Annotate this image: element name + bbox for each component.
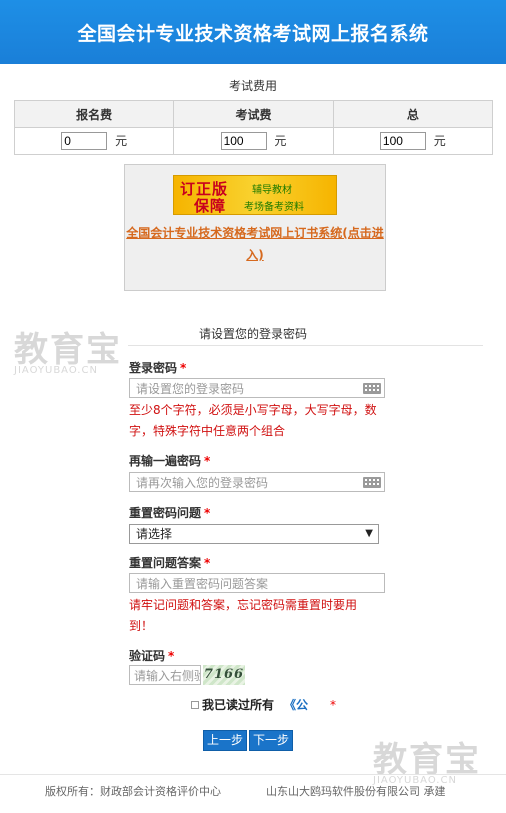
fee-header-total: 总 — [332, 100, 494, 128]
captcha-placeholder: 请输入右侧验证码 — [134, 669, 200, 683]
agreement-text: 我已读过所有 — [202, 698, 275, 712]
page-title: 全国会计专业技术资格考试网上报名系统 — [77, 22, 429, 45]
fee-unit: 元 — [274, 133, 287, 148]
registration-fee-field[interactable] — [61, 132, 108, 151]
prev-step-button[interactable]: 上一步 — [203, 730, 248, 751]
fee-cell-registration: 元 — [13, 127, 175, 155]
fee-table: 报名费 考试费 总 元 元 元 — [13, 100, 494, 155]
required-mark: * — [204, 506, 211, 520]
ad-banner-text: 保障 — [194, 197, 227, 215]
required-mark: * — [330, 697, 337, 712]
dropdown-arrow-icon: ▼ — [365, 528, 373, 539]
keyboard-icon[interactable] — [363, 477, 381, 488]
required-mark: * — [204, 454, 211, 468]
footer-divider — [0, 774, 506, 775]
agreement-row: 我已读过所有 《公 * — [191, 696, 336, 713]
confirm-password-placeholder: 请再次输入您的登录密码 — [136, 476, 269, 490]
security-answer-field[interactable]: 请输入重置密码问题答案 — [129, 573, 385, 593]
fee-unit: 元 — [115, 133, 128, 148]
agreement-document-link[interactable]: 《公 — [284, 696, 308, 713]
fee-unit: 元 — [433, 133, 446, 148]
login-password-placeholder: 请设置您的登录密码 — [136, 382, 245, 396]
exam-fee-field[interactable] — [220, 132, 267, 151]
security-answer-placeholder: 请输入重置密码问题答案 — [136, 577, 269, 591]
confirm-password-label: 再输一遍密码 * — [129, 454, 211, 468]
captcha-field[interactable]: 请输入右侧验证码 — [129, 665, 201, 685]
fee-header-exam: 考试费 — [173, 100, 334, 128]
footer-developer: 山东山大鸥玛软件股份有限公司 承建 — [266, 785, 446, 798]
password-rule-hint: 至少8个字符，必须是小写字母，大写字母，数字，特殊字符中任意两个组合 — [129, 403, 377, 438]
security-answer-hint: 请牢记问题和答案，忘记密码需重置时要用到！ — [129, 598, 358, 633]
watermark-logo: 教育宝 JIAOYUBAO.CN — [373, 732, 481, 786]
login-password-field[interactable]: 请设置您的登录密码 — [129, 378, 385, 398]
ad-banner-subtext: 考场备考资料 — [244, 202, 304, 213]
fee-header-registration: 报名费 — [13, 100, 175, 128]
ad-banner-image[interactable]: 订正版 保障 辅导教材 考场备考资料 — [173, 175, 337, 215]
keyboard-icon[interactable] — [363, 383, 381, 394]
security-question-select[interactable]: 请选择 ▼ — [129, 524, 379, 544]
book-order-ad: 订正版 保障 辅导教材 考场备考资料 全国会计专业技术资格考试网上订书系统(点击… — [124, 164, 386, 291]
fee-cell-total: 元 — [332, 127, 494, 155]
required-mark: * — [204, 556, 211, 570]
agreement-checkbox[interactable] — [191, 700, 199, 709]
security-question-label: 重置密码问题 * — [129, 506, 211, 520]
fee-section-title: 考试费用 — [228, 79, 277, 93]
required-mark: * — [168, 649, 175, 663]
ad-banner-subtext: 辅导教材 — [252, 185, 292, 196]
password-section-title: 请设置您的登录密码 — [198, 327, 307, 341]
section-divider — [128, 345, 483, 346]
book-order-link[interactable]: 全国会计专业技术资格考试网上订书系统(点击进入) — [125, 222, 385, 266]
total-fee-field[interactable] — [379, 132, 426, 151]
app-header: 全国会计专业技术资格考试网上报名系统 — [0, 0, 506, 64]
captcha-image[interactable]: 7166 — [203, 665, 245, 685]
captcha-label: 验证码 * — [129, 649, 175, 663]
login-password-label: 登录密码 * — [129, 361, 187, 375]
security-question-selected: 请选择 — [136, 527, 173, 541]
required-mark: * — [180, 361, 187, 375]
confirm-password-field[interactable]: 请再次输入您的登录密码 — [129, 472, 385, 492]
security-answer-label: 重置问题答案 * — [129, 556, 211, 570]
next-step-button[interactable]: 下一步 — [249, 730, 294, 751]
footer-copyright: 版权所有：财政部会计资格评价中心 — [45, 785, 221, 798]
fee-cell-exam: 元 — [173, 127, 334, 155]
